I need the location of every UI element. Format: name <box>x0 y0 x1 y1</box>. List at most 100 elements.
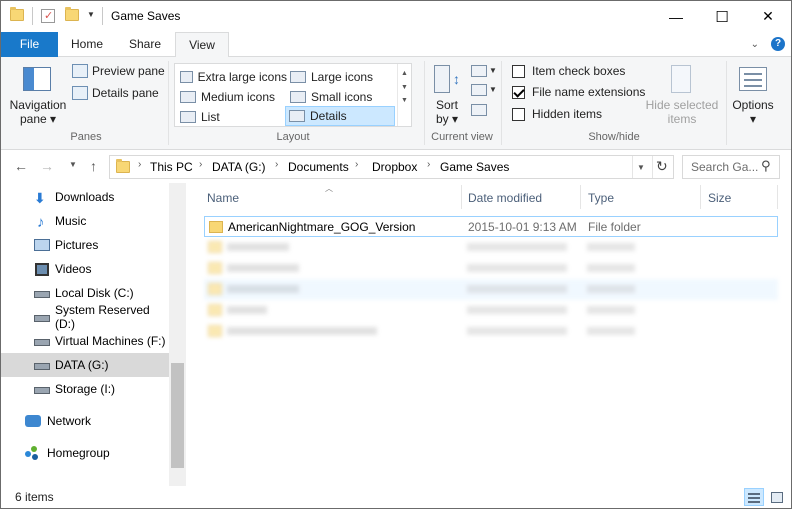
item-check-boxes-checkbox[interactable] <box>512 64 525 78</box>
sort-by-button[interactable]: Sort by ▾ <box>430 98 464 126</box>
column-header-type[interactable]: Type <box>588 191 614 205</box>
layout-extra-large-icons[interactable]: Extra large icons <box>177 67 287 86</box>
table-row[interactable] <box>204 258 778 279</box>
minimize-button[interactable]: — <box>653 1 699 32</box>
size-columns-icon[interactable] <box>471 104 487 116</box>
nav-item-network[interactable]: Network <box>1 409 169 433</box>
search-box[interactable]: Search Ga... ⚲ <box>682 155 780 179</box>
details-pane-button[interactable]: Details pane <box>72 86 159 100</box>
layout-list[interactable]: List <box>177 107 287 126</box>
network-icon <box>25 415 41 427</box>
list-label: List <box>201 109 220 124</box>
column-header-name[interactable]: Name <box>207 191 239 205</box>
medium-icons-icon <box>180 90 196 103</box>
hidden-items-checkbox[interactable] <box>512 107 525 121</box>
sort-by-icon[interactable]: ↕ <box>434 65 460 95</box>
file-name: AmericanNightmare_GOG_Version <box>228 220 416 234</box>
file-name-extensions-toggle[interactable]: File name extensions <box>512 85 645 99</box>
nav-item-storage-i[interactable]: Storage (I:) <box>1 377 169 401</box>
large-icons-view-toggle[interactable] <box>767 488 787 506</box>
column-header-date-modified[interactable]: Date modified <box>468 191 542 205</box>
nav-item-local-disk-c[interactable]: Local Disk (C:) <box>1 281 169 305</box>
gallery-more-icon[interactable]: ▼ <box>398 97 411 104</box>
layout-gallery-scroll[interactable]: ▲ ▼ ▼ <box>397 64 411 126</box>
crumb-separator[interactable]: › <box>355 159 358 170</box>
address-dropdown-icon[interactable]: ▼ <box>637 163 645 172</box>
nav-item-system-reserved-d[interactable]: System Reserved (D:) <box>1 303 169 331</box>
tab-home[interactable]: Home <box>63 32 111 57</box>
nav-item-videos[interactable]: Videos <box>1 257 169 281</box>
nav-scrollbar-thumb[interactable] <box>171 363 184 468</box>
nav-item-homegroup[interactable]: Homegroup <box>1 441 169 465</box>
breadcrumb-dropbox[interactable]: Dropbox <box>372 160 417 174</box>
expand-ribbon-icon[interactable]: ⌄ <box>751 39 759 50</box>
add-columns-icon[interactable] <box>471 84 487 96</box>
navigation-pane-button[interactable]: Navigation pane ▾ <box>5 98 71 126</box>
table-row[interactable] <box>204 279 778 300</box>
nav-item-music[interactable]: ♪ Music <box>1 209 169 233</box>
crumb-separator[interactable]: › <box>199 159 202 170</box>
column-header-size[interactable]: Size <box>708 191 731 205</box>
table-row[interactable] <box>204 321 778 342</box>
crumb-separator[interactable]: › <box>138 159 141 170</box>
address-bar[interactable]: › This PC › DATA (G:) › Documents › Drop… <box>109 155 674 179</box>
breadcrumb-this-pc[interactable]: This PC <box>150 160 193 174</box>
add-columns-dropdown-icon[interactable]: ▼ <box>489 85 497 94</box>
crumb-separator[interactable]: › <box>427 159 430 170</box>
back-icon[interactable]: ← <box>14 158 28 174</box>
layout-large-icons[interactable]: Large icons <box>287 67 395 86</box>
refresh-icon[interactable]: ↻ <box>656 158 668 175</box>
properties-icon[interactable]: ✓ <box>41 9 55 23</box>
breadcrumb-game-saves[interactable]: Game Saves <box>440 160 509 174</box>
maximize-button[interactable]: ☐ <box>699 1 745 32</box>
nav-item-data-g[interactable]: DATA (G:) <box>1 353 169 377</box>
layout-gallery: Extra large icons Large icons Medium ico… <box>174 63 412 127</box>
folder-icon <box>10 7 24 21</box>
details-view-toggle[interactable] <box>744 488 764 506</box>
preview-pane-button[interactable]: Preview pane <box>72 64 165 78</box>
medium-icons-label: Medium icons <box>201 89 276 104</box>
group-by-icon[interactable] <box>471 65 487 77</box>
new-folder-icon[interactable] <box>65 7 79 21</box>
layout-small-icons[interactable]: Small icons <box>287 87 395 106</box>
nav-item-pictures[interactable]: Pictures <box>1 233 169 257</box>
hidden-items-toggle[interactable]: Hidden items <box>512 107 602 121</box>
nav-scrollbar[interactable] <box>169 183 186 486</box>
close-button[interactable]: ✕ <box>745 1 791 32</box>
breadcrumb-documents[interactable]: Documents <box>288 160 349 174</box>
homegroup-icon <box>25 446 39 460</box>
scroll-down-icon[interactable]: ▼ <box>398 84 411 91</box>
search-input[interactable]: Search Ga... <box>691 160 758 174</box>
options-button[interactable]: Options ▾ <box>728 98 778 126</box>
help-icon[interactable]: ? <box>771 37 785 51</box>
drive-icon <box>34 363 50 370</box>
file-name-extensions-checkbox[interactable] <box>512 85 525 99</box>
title-separator <box>102 7 103 25</box>
table-row[interactable] <box>204 300 778 321</box>
extra-large-icons-label: Extra large icons <box>197 69 287 84</box>
tab-share[interactable]: Share <box>121 32 169 57</box>
breadcrumb-data-g[interactable]: DATA (G:) <box>212 160 266 174</box>
tab-view[interactable]: View <box>175 32 229 58</box>
search-icon[interactable]: ⚲ <box>761 158 771 174</box>
table-row[interactable] <box>204 237 778 258</box>
nav-item-downloads[interactable]: ⬇ Downloads <box>1 185 169 209</box>
large-icons-label: Large icons <box>311 69 374 84</box>
group-by-dropdown-icon[interactable]: ▼ <box>489 66 497 75</box>
recent-locations-icon[interactable]: ▼ <box>69 160 77 169</box>
item-check-boxes-toggle[interactable]: Item check boxes <box>512 64 625 78</box>
options-icon[interactable] <box>739 67 767 91</box>
crumb-separator[interactable]: › <box>275 159 278 170</box>
layout-medium-icons[interactable]: Medium icons <box>177 87 287 106</box>
forward-icon[interactable]: → <box>40 158 54 174</box>
ribbon-tabs: File Home Share View ⌄ ? <box>1 32 791 58</box>
nav-item-virtual-machines-f[interactable]: Virtual Machines (F:) <box>1 329 169 353</box>
scroll-up-icon[interactable]: ▲ <box>398 70 411 77</box>
layout-details[interactable]: Details <box>285 106 395 126</box>
up-icon[interactable]: ↑ <box>90 158 97 174</box>
tab-file[interactable]: File <box>1 32 58 57</box>
table-row[interactable]: AmericanNightmare_GOG_Version 2015-10-01… <box>204 216 778 237</box>
navigation-pane: ⬇ Downloads ♪ Music Pictures Videos Loca… <box>1 183 186 486</box>
navigation-pane-icon[interactable] <box>23 67 51 91</box>
customize-quick-access-icon[interactable]: ▼ <box>87 10 95 19</box>
